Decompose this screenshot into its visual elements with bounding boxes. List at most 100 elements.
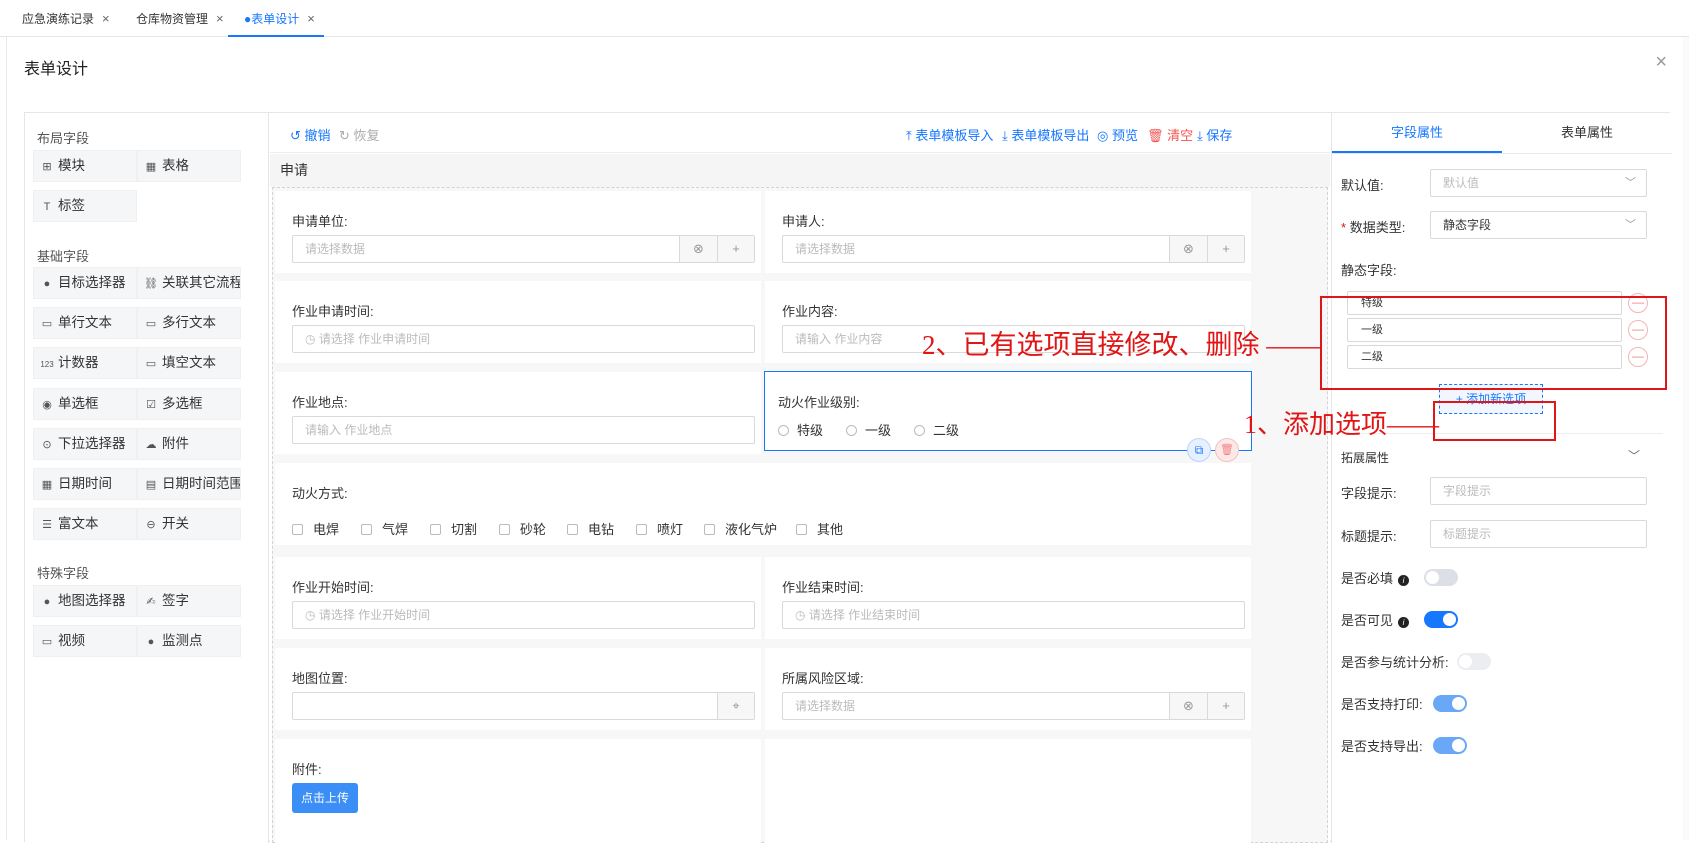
scrollbar[interactable]: [1683, 37, 1689, 840]
undo-button[interactable]: ↺ 撤销: [290, 125, 331, 144]
required-toggle[interactable]: [1424, 569, 1458, 586]
clear-icon[interactable]: ⊗: [1169, 693, 1207, 719]
palette-item-fill-text[interactable]: ▭ 填空文本: [137, 347, 241, 379]
palette-item-dropdown[interactable]: ⊙ 下拉选择器: [33, 428, 137, 460]
data-type-select[interactable]: 静态字段 ﹀: [1430, 211, 1647, 239]
field-map-location[interactable]: 地图位置: ⌖: [275, 648, 761, 730]
close-icon[interactable]: ×: [216, 11, 224, 26]
field-end-time[interactable]: 作业结束时间: ◷ 请选择 作业结束时间: [765, 557, 1251, 639]
palette-item-datetime-range[interactable]: ▤ 日期时间范围: [137, 468, 241, 500]
radio-option[interactable]: 二级: [914, 420, 959, 439]
checkbox-option[interactable]: 液化气炉: [704, 519, 777, 538]
clear-icon[interactable]: ⊗: [679, 236, 717, 262]
location-pin-icon: ●: [43, 596, 51, 608]
palette-item-map-selector[interactable]: ● 地图选择器: [33, 585, 137, 617]
field-hint-input[interactable]: 字段提示: [1430, 477, 1647, 505]
field-applicant[interactable]: 申请人: 请选择数据 ⊗ +: [765, 191, 1251, 273]
field-start-time[interactable]: 作业开始时间: ◷ 请选择 作业开始时间: [275, 557, 761, 639]
chevron-down-icon[interactable]: ﹀: [1628, 447, 1640, 464]
data-type-label: * 数据类型:: [1341, 217, 1405, 236]
tab-form-design[interactable]: ●表单设计 ×: [228, 0, 324, 37]
checkbox-option[interactable]: 砂轮: [499, 519, 546, 538]
field-fire-method[interactable]: 动火方式: 电焊 气焊 切割 砂轮 电钻 喷灯 液化气炉 其他: [275, 463, 1251, 545]
checkbox-option[interactable]: 气焊: [361, 519, 408, 538]
palette-item-multi-text[interactable]: ▭ 多行文本: [137, 307, 241, 339]
save-button[interactable]: ⤓ 保存: [1197, 125, 1232, 144]
preview-button[interactable]: ◎ 预览: [1097, 125, 1138, 144]
field-risk-area[interactable]: 所属风险区域: 请选择数据 ⊗ +: [765, 648, 1251, 730]
info-icon: i: [1398, 575, 1410, 586]
palette-item-attachment[interactable]: ☁ 附件: [137, 428, 241, 460]
location-input[interactable]: 请输入 作业地点: [292, 416, 755, 444]
palette-item-table[interactable]: ▦ 表格: [137, 150, 241, 182]
upload-button[interactable]: 点击上传: [292, 783, 358, 813]
checkbox-icon: [796, 524, 807, 535]
plus-icon[interactable]: +: [1207, 693, 1244, 719]
tab-drill-records[interactable]: 应急演练记录 ×: [22, 0, 110, 37]
field-apply-time[interactable]: 作业申请时间: ◷ 请选择 作业申请时间: [275, 281, 761, 363]
checkbox-option[interactable]: 喷灯: [636, 519, 683, 538]
redo-button[interactable]: ↻ 恢复: [339, 125, 380, 144]
radio-option[interactable]: 特级: [778, 420, 823, 439]
tab-field-props[interactable]: 字段属性: [1332, 113, 1502, 153]
palette-item-module[interactable]: ⊞ 模块: [33, 150, 137, 182]
close-icon[interactable]: ×: [102, 11, 110, 26]
empty-cell: [765, 739, 1251, 844]
palette-item-single-text[interactable]: ▭ 单行文本: [33, 307, 137, 339]
risk-area-selector[interactable]: 请选择数据 ⊗ +: [782, 692, 1245, 720]
palette-item-target-selector[interactable]: ● 目标选择器: [33, 267, 137, 299]
tab-warehouse[interactable]: 仓库物资管理 ×: [136, 0, 224, 37]
clear-icon[interactable]: ⊗: [1169, 236, 1207, 262]
clear-button[interactable]: 🗑︎ 清空: [1147, 125, 1193, 144]
close-icon[interactable]: ×: [1655, 51, 1667, 74]
field-location[interactable]: 作业地点: 请输入 作业地点: [275, 372, 761, 454]
apply-unit-selector[interactable]: 请选择数据 ⊗ +: [292, 235, 755, 263]
palette-item-signature[interactable]: ✍ 签字: [137, 585, 241, 617]
palette-item-monitor-point[interactable]: ● 监测点: [137, 625, 241, 657]
radio-option[interactable]: 一级: [846, 420, 891, 439]
delete-icon[interactable]: 🗑︎: [1215, 438, 1239, 462]
checkbox-option[interactable]: 电焊: [292, 519, 339, 538]
palette-item-video[interactable]: ▭ 视频: [33, 625, 137, 657]
end-time-picker[interactable]: ◷ 请选择 作业结束时间: [782, 601, 1245, 629]
palette-item-datetime[interactable]: ▦ 日期时间: [33, 468, 137, 500]
applicant-selector[interactable]: 请选择数据 ⊗ +: [782, 235, 1245, 263]
field-apply-unit[interactable]: 申请单位: 请选择数据 ⊗ +: [275, 191, 761, 273]
export-template-button[interactable]: ⤓ 表单模板导出: [1002, 125, 1089, 144]
palette-item-counter[interactable]: 123 计数器: [33, 347, 137, 379]
download-icon: ⤓: [1002, 128, 1012, 143]
field-fire-level-selected[interactable]: 动火作业级别: 特级 一级 二级: [764, 371, 1252, 451]
checkbox-option[interactable]: 电钻: [567, 519, 614, 538]
tab-form-props[interactable]: 表单属性: [1502, 113, 1672, 153]
print-toggle[interactable]: [1433, 695, 1467, 712]
palette-item-checkbox[interactable]: ☑ 多选框: [137, 388, 241, 420]
map-location-input[interactable]: ⌖: [292, 692, 755, 720]
video-icon: ▭: [41, 636, 53, 648]
field-attachment[interactable]: 附件: 点击上传: [275, 739, 761, 844]
export-toggle[interactable]: [1433, 737, 1467, 754]
visible-toggle[interactable]: [1424, 611, 1458, 628]
map-pin-icon[interactable]: ⌖: [717, 693, 754, 719]
palette-item-switch[interactable]: ⊖ 开关: [137, 508, 241, 540]
checkbox-option[interactable]: 其他: [796, 519, 843, 538]
default-value-select[interactable]: 默认值 ﹀: [1430, 169, 1647, 197]
plus-icon[interactable]: +: [717, 236, 754, 262]
palette-item-link-flow[interactable]: ⛓ 关联其它流程: [137, 267, 241, 299]
start-time-picker[interactable]: ◷ 请选择 作业开始时间: [292, 601, 755, 629]
palette-item-radio[interactable]: ◉ 单选框: [33, 388, 137, 420]
label-text: 是否必填: [1341, 571, 1394, 586]
title-hint-input[interactable]: 标题提示: [1430, 520, 1647, 548]
plus-icon[interactable]: +: [1207, 236, 1244, 262]
trash-icon: 🗑︎: [1147, 128, 1168, 143]
stats-toggle[interactable]: [1457, 653, 1491, 670]
apply-time-picker[interactable]: ◷ 请选择 作业申请时间: [292, 325, 755, 353]
option-label: 电焊: [313, 522, 340, 537]
form-canvas-area: ↺ 撤销 ↻ 恢复 ⤒ 表单模板导入 ⤓ 表单模板导出 ◎ 预览 🗑︎ 清空 ⤓…: [270, 113, 1330, 844]
copy-icon[interactable]: ⧉: [1187, 438, 1211, 462]
checkbox-option[interactable]: 切割: [430, 519, 477, 538]
palette-item-rich-text[interactable]: ☰ 富文本: [33, 508, 137, 540]
close-icon[interactable]: ×: [307, 11, 315, 26]
item-label: 监测点: [162, 633, 203, 648]
palette-item-label[interactable]: T 标签: [33, 190, 137, 222]
import-template-button[interactable]: ⤒ 表单模板导入: [906, 125, 993, 144]
